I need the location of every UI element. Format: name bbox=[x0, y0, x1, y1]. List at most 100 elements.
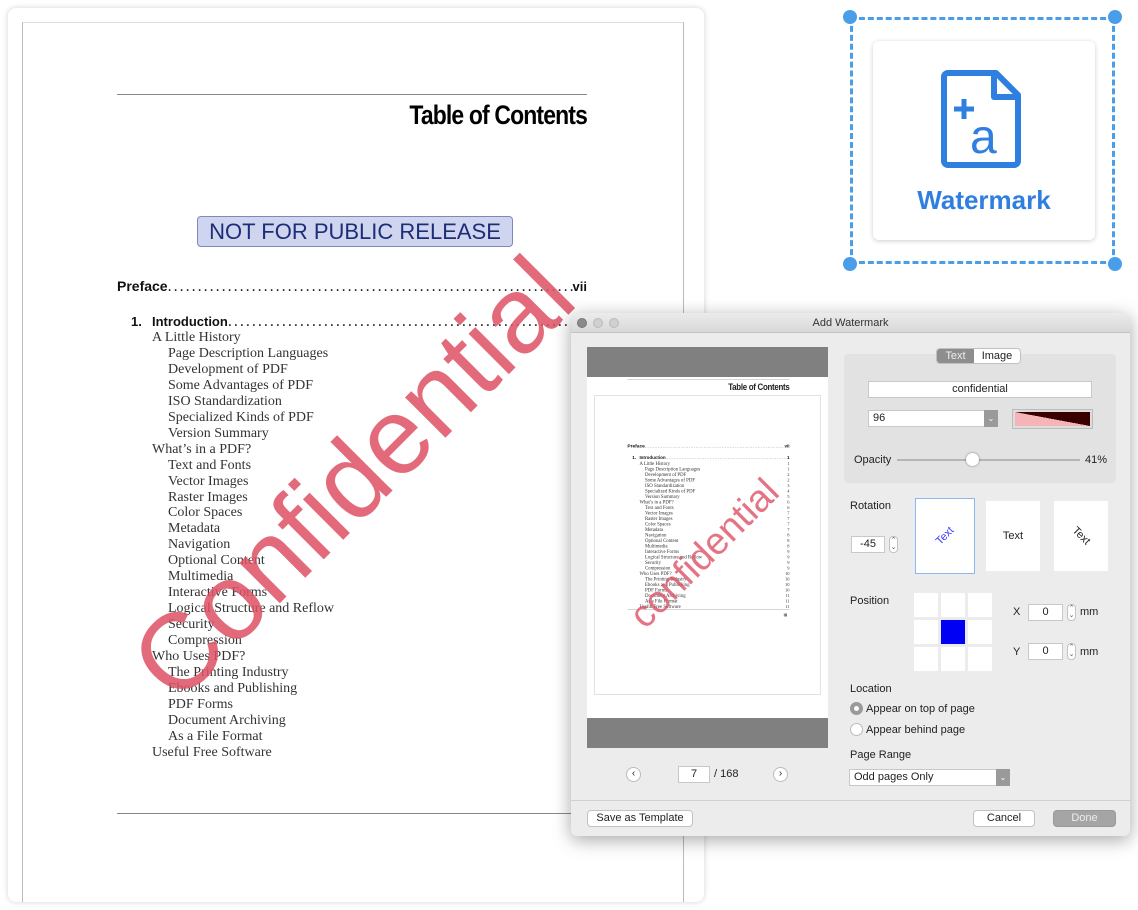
toc-label: As a File Format bbox=[168, 728, 263, 744]
page-range-label: Page Range bbox=[850, 749, 912, 761]
page-preview: Table of Contents Preface...............… bbox=[587, 347, 828, 748]
rotation-preset-0[interactable]: Text bbox=[986, 501, 1040, 571]
y-stepper[interactable]: ⌃ ⌄ bbox=[1067, 643, 1076, 660]
close-button[interactable] bbox=[577, 318, 587, 328]
svg-text:a: a bbox=[970, 111, 997, 164]
tab-image[interactable]: Image bbox=[974, 349, 1020, 363]
add-watermark-dialog: Add Watermark Table of Contents Preface.… bbox=[571, 313, 1130, 836]
chapter-number: 1. bbox=[632, 454, 636, 461]
position-top-right[interactable] bbox=[968, 593, 992, 617]
location-label: Location bbox=[850, 683, 892, 695]
position-top-left[interactable] bbox=[914, 593, 938, 617]
dot-leader: ........................................… bbox=[644, 444, 785, 449]
opacity-value: 41% bbox=[1085, 454, 1108, 466]
minimize-button[interactable] bbox=[593, 318, 603, 328]
toc-entry[interactable]: As a File Format bbox=[168, 729, 263, 745]
position-top-center[interactable] bbox=[941, 593, 965, 617]
toc-entry[interactable]: Useful Free Software bbox=[152, 745, 272, 761]
position-middle-left[interactable] bbox=[914, 620, 938, 644]
x-offset-input[interactable]: 0 bbox=[1028, 604, 1063, 621]
rotation-input[interactable]: -45 bbox=[851, 536, 885, 553]
position-label: Position bbox=[850, 595, 890, 607]
toc-label: Raster Images bbox=[168, 489, 248, 505]
toc-entry[interactable]: Page Description Languages bbox=[168, 346, 328, 362]
font-size-value: 96 bbox=[873, 412, 886, 424]
watermark-feature-card[interactable]: a Watermark bbox=[873, 41, 1095, 240]
toc-entry[interactable]: Version Summary bbox=[168, 426, 269, 442]
font-size-combo[interactable]: 96 bbox=[868, 410, 998, 427]
rotation-preset-minus45[interactable]: Text bbox=[915, 498, 975, 574]
next-page-button[interactable]: › bbox=[773, 767, 788, 782]
toc-label: A Little History bbox=[152, 330, 241, 345]
location-top-option[interactable]: Appear on top of page bbox=[850, 702, 975, 715]
toc-entry[interactable]: 1. Introduction..........................… bbox=[632, 455, 789, 460]
toc-entry[interactable]: Preface.................................… bbox=[627, 443, 789, 449]
selection-handle[interactable] bbox=[843, 257, 857, 271]
toc-entry[interactable]: Specialized Kinds of PDF bbox=[168, 410, 314, 426]
watermark-text-input[interactable]: confidential bbox=[868, 381, 1092, 398]
toc-label: Development of PDF bbox=[168, 361, 288, 377]
option-label: Appear on top of page bbox=[866, 702, 975, 715]
page-number-input[interactable]: 7 bbox=[678, 766, 710, 783]
toc-entry[interactable]: A Little History bbox=[152, 330, 241, 346]
done-button[interactable]: Done bbox=[1053, 810, 1116, 827]
x-stepper[interactable]: ⌃ ⌄ bbox=[1067, 604, 1076, 621]
toc-entry[interactable]: Development of PDF bbox=[168, 362, 288, 378]
color-picker[interactable] bbox=[1012, 409, 1093, 429]
preset-label: Text bbox=[1069, 524, 1093, 548]
cancel-button[interactable]: Cancel bbox=[973, 810, 1035, 827]
option-label: Appear behind page bbox=[866, 723, 966, 736]
zoom-button[interactable] bbox=[609, 318, 619, 328]
toc-label: Specialized Kinds of PDF bbox=[168, 409, 314, 425]
save-as-template-button[interactable]: Save as Template bbox=[587, 810, 693, 827]
toc-page: vii bbox=[572, 279, 587, 294]
position-grid bbox=[914, 593, 992, 671]
toc-page: vii bbox=[784, 443, 790, 449]
y-offset-input[interactable]: 0 bbox=[1028, 643, 1063, 660]
toc-entry[interactable]: Vector Images bbox=[168, 474, 248, 490]
preview-footer-page: iii bbox=[783, 612, 788, 618]
chevron-down-icon[interactable]: ⌄ bbox=[984, 410, 998, 427]
radio-selected[interactable] bbox=[850, 702, 863, 715]
rotation-preset-45[interactable]: Text bbox=[1054, 501, 1108, 571]
position-bottom-right[interactable] bbox=[968, 647, 992, 671]
preset-label: Text bbox=[933, 524, 957, 548]
prev-page-button[interactable]: ‹ bbox=[626, 767, 641, 782]
x-unit: mm bbox=[1080, 606, 1099, 618]
opacity-slider[interactable] bbox=[897, 459, 1080, 461]
selection-handle[interactable] bbox=[1108, 257, 1122, 271]
footer-rule bbox=[117, 813, 587, 814]
location-behind-option[interactable]: Appear behind page bbox=[850, 723, 965, 736]
page-range-value: Odd pages Only bbox=[854, 771, 934, 783]
page-range-select[interactable]: Odd pages Only bbox=[849, 769, 1010, 786]
selection-handle[interactable] bbox=[1108, 10, 1122, 24]
toc-label: Preface bbox=[627, 442, 645, 449]
toc-entry[interactable]: Text and Fonts bbox=[168, 458, 251, 474]
position-middle-right[interactable] bbox=[968, 620, 992, 644]
toc-entry[interactable]: Some Advantages of PDF bbox=[168, 378, 313, 394]
tab-text[interactable]: Text bbox=[937, 349, 974, 363]
opacity-slider-thumb[interactable] bbox=[966, 453, 980, 466]
source-tabs: Text Image bbox=[936, 348, 1021, 364]
rotation-stepper[interactable]: ⌃ ⌄ bbox=[889, 536, 898, 553]
footer-divider bbox=[571, 800, 1130, 801]
toc-label: Vector Images bbox=[168, 473, 249, 489]
position-bottom-center[interactable] bbox=[941, 647, 965, 671]
radio-unselected[interactable] bbox=[850, 723, 863, 736]
position-bottom-left[interactable] bbox=[914, 647, 938, 671]
toc-label: Some Advantages of PDF bbox=[168, 377, 314, 393]
toc-entry[interactable]: Raster Images bbox=[168, 490, 248, 506]
toc-entry[interactable]: ISO Standardization bbox=[168, 394, 282, 410]
position-center[interactable] bbox=[941, 620, 965, 644]
chevron-down-icon[interactable]: ⌄ bbox=[996, 769, 1010, 786]
toc-page: 1 bbox=[787, 454, 790, 461]
toc-label: Text and Fonts bbox=[168, 457, 252, 473]
toc-label: ISO Standardization bbox=[168, 393, 282, 409]
toc-label: Introduction bbox=[639, 454, 666, 461]
dialog-titlebar: Add Watermark bbox=[571, 313, 1130, 333]
rotation-label: Rotation bbox=[850, 500, 891, 512]
dialog-title: Add Watermark bbox=[812, 317, 889, 329]
toc-entry[interactable]: What’s in a PDF? bbox=[152, 442, 251, 458]
add-text-watermark-icon: a bbox=[941, 70, 1021, 168]
selection-handle[interactable] bbox=[843, 10, 857, 24]
